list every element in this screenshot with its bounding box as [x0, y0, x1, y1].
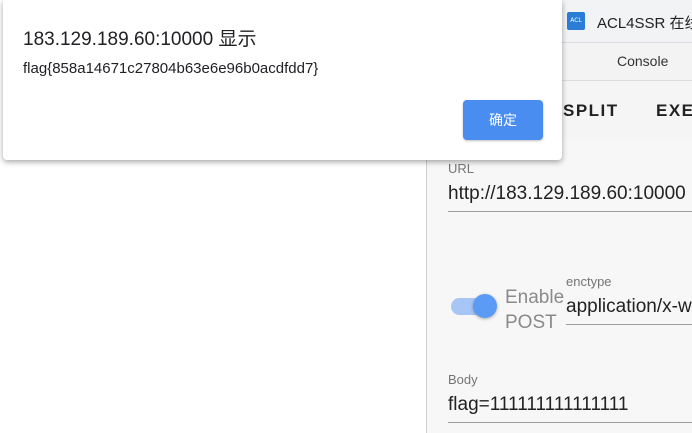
- url-label: URL: [448, 161, 475, 176]
- enctype-select[interactable]: application/x-w: [566, 296, 692, 325]
- enctype-label: enctype: [566, 274, 612, 289]
- tab-console[interactable]: Console: [617, 53, 668, 69]
- url-input[interactable]: http://183.129.189.60:10000: [448, 183, 692, 212]
- execute-button[interactable]: EXE: [656, 101, 692, 121]
- dialog-title: 183.129.189.60:10000 显示: [23, 29, 257, 50]
- enable-post-label: Enable POST: [505, 287, 565, 333]
- split-button[interactable]: SPLIT: [563, 101, 619, 121]
- ok-button[interactable]: 确定: [463, 100, 543, 140]
- body-input[interactable]: flag=111111111111111: [448, 394, 692, 423]
- dialog-message: flag{858a14671c27804b63e6e96b0acdfdd7}: [23, 60, 319, 77]
- alert-dialog: 183.129.189.60:10000 显示 flag{858a14671c2…: [3, 0, 562, 160]
- body-label: Body: [448, 372, 478, 387]
- enable-post-toggle-thumb[interactable]: [473, 294, 497, 318]
- browser-tab-title[interactable]: ACL4SSR 在线: [597, 12, 692, 33]
- site-favicon-icon: ACL: [567, 12, 585, 30]
